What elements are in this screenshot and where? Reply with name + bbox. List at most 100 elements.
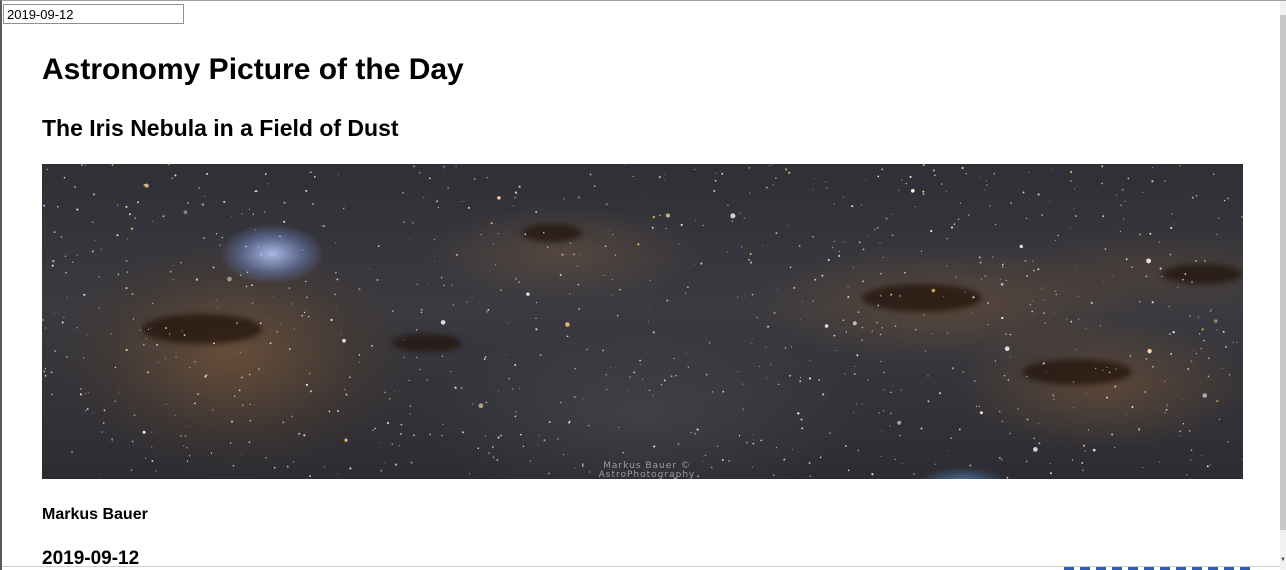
star	[52, 260, 55, 263]
star	[1042, 312, 1045, 314]
vertical-scrollbar[interactable]: ▼	[1280, 1, 1286, 570]
star	[514, 364, 517, 366]
star	[139, 329, 142, 331]
star	[1152, 167, 1154, 169]
star	[320, 225, 322, 227]
star	[987, 323, 989, 326]
chevron-down-icon[interactable]: ▼	[1280, 557, 1286, 563]
star	[1188, 430, 1191, 432]
star	[994, 360, 996, 362]
star	[76, 327, 78, 329]
star	[766, 377, 768, 379]
star	[1213, 173, 1215, 175]
star	[867, 379, 869, 381]
star	[799, 380, 802, 383]
star	[687, 366, 689, 368]
star	[487, 309, 490, 311]
star	[844, 445, 847, 447]
star	[569, 242, 572, 245]
star	[212, 266, 215, 269]
star	[359, 361, 361, 363]
star	[391, 443, 393, 445]
star	[514, 197, 516, 199]
star	[1073, 208, 1075, 210]
star	[833, 203, 835, 205]
star	[1227, 197, 1230, 200]
star	[765, 186, 768, 189]
star	[293, 328, 295, 330]
star	[931, 333, 933, 335]
star	[441, 434, 443, 437]
star	[1228, 373, 1231, 376]
star	[384, 462, 386, 464]
star	[483, 358, 486, 360]
star	[519, 387, 521, 390]
star	[665, 228, 667, 230]
star	[1003, 263, 1005, 265]
star	[156, 343, 159, 346]
star	[264, 173, 267, 176]
star	[1070, 170, 1073, 174]
star	[833, 240, 835, 243]
star	[265, 456, 267, 459]
star	[860, 204, 862, 206]
star	[1224, 345, 1227, 348]
star	[403, 221, 406, 224]
star	[1071, 459, 1074, 461]
star	[100, 248, 102, 250]
star	[269, 342, 272, 345]
star	[53, 313, 55, 315]
star	[648, 389, 651, 392]
star	[927, 375, 929, 377]
star	[402, 339, 404, 341]
star	[518, 281, 521, 284]
star	[1026, 418, 1029, 421]
star	[515, 410, 517, 413]
scrollbar-thumb[interactable]	[1280, 15, 1286, 530]
star	[172, 279, 175, 281]
star	[652, 394, 654, 396]
star	[1054, 290, 1056, 292]
star	[275, 247, 277, 249]
star	[1049, 472, 1052, 475]
star	[1169, 253, 1172, 256]
star	[309, 475, 312, 478]
star	[215, 300, 217, 302]
star	[378, 442, 380, 444]
star	[589, 173, 592, 176]
star	[612, 234, 614, 236]
star	[559, 401, 562, 404]
star	[821, 274, 824, 277]
star	[1241, 458, 1243, 460]
star	[467, 206, 470, 209]
star	[239, 351, 241, 354]
star	[788, 224, 790, 226]
star	[740, 246, 743, 248]
star	[845, 331, 848, 333]
star	[801, 301, 803, 303]
star	[1115, 368, 1117, 370]
star	[370, 344, 373, 347]
date-picker-input[interactable]	[3, 4, 184, 24]
star	[292, 461, 294, 463]
star	[186, 447, 188, 449]
apod-image[interactable]: Markus Bauer © AstroPhotography	[42, 164, 1243, 479]
star	[898, 189, 900, 191]
star	[663, 379, 666, 382]
star	[230, 442, 232, 444]
star	[349, 376, 351, 378]
star	[429, 433, 432, 436]
star	[165, 403, 167, 405]
star	[563, 454, 565, 456]
star	[43, 204, 46, 207]
star	[259, 322, 262, 324]
star	[334, 293, 336, 296]
star	[978, 176, 980, 178]
star	[66, 356, 69, 358]
star	[978, 405, 981, 408]
star	[56, 205, 59, 208]
star	[684, 292, 687, 295]
star	[876, 226, 879, 230]
star	[79, 393, 82, 396]
star	[1052, 393, 1054, 396]
